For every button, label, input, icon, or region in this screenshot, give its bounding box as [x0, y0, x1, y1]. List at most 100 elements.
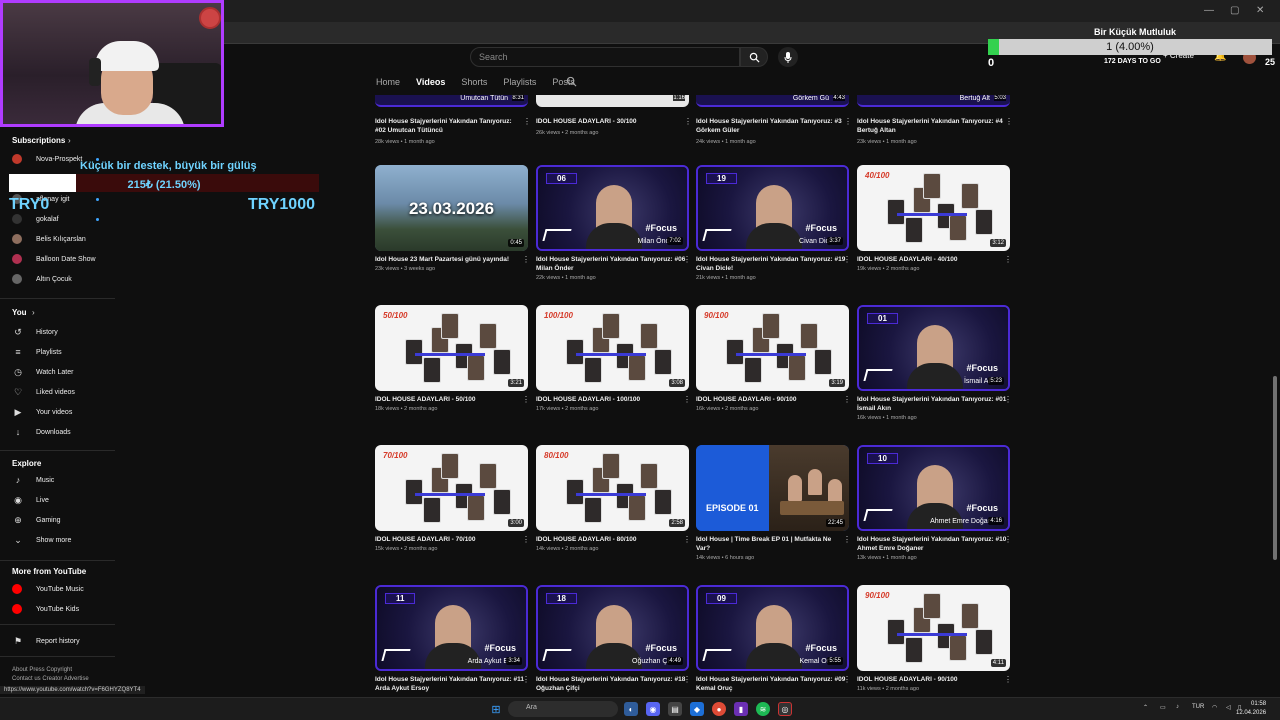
video-title[interactable]: IDOL HOUSE ADAYLARI - 90/100 — [857, 675, 1007, 684]
footer-links[interactable]: Contact us Creator Advertise — [12, 676, 89, 682]
discord-icon[interactable]: ◉ — [646, 702, 660, 716]
video-title[interactable]: IDOL HOUSE ADAYLARI - 100/100 — [536, 395, 686, 404]
sidebar-item[interactable]: ♡ Liked videos — [12, 385, 75, 399]
more-options-icon[interactable]: ⋮ — [522, 255, 530, 264]
more-options-icon[interactable]: ⋮ — [1004, 255, 1012, 264]
volume-icon[interactable]: ◁ — [1226, 704, 1231, 711]
video-card[interactable]: 90/100 3:19 IDOL HOUSE ADAYLARI - 90/100 16… — [696, 305, 851, 412]
more-options-icon[interactable]: ⋮ — [683, 675, 691, 684]
video-thumbnail[interactable]: 06 #Focus Milan Önc 7:02 — [536, 165, 689, 251]
video-thumbnail[interactable]: 40/100 3:12 — [857, 165, 1010, 251]
file-explorer-icon[interactable]: ▤ — [668, 702, 682, 716]
video-title[interactable]: Idol House Stajyerlerini Yakından Tanıyo… — [696, 117, 844, 135]
windows-start-icon[interactable]: ⊞ — [489, 702, 503, 716]
vscode-icon[interactable]: ◆ — [690, 702, 704, 716]
video-thumbnail[interactable]: 19 #Focus Civan Dic 3:37 — [696, 165, 849, 251]
sidebar-item[interactable]: ↓ Downloads — [12, 425, 71, 439]
video-title[interactable]: IDOL HOUSE ADAYLARI - 30/100 — [536, 117, 684, 126]
steam-icon[interactable]: ◐ — [624, 702, 638, 716]
video-card[interactable]: 10 #Focus Ahmet Emre Doğar 4:16 Idol House S… — [857, 445, 1012, 561]
video-thumbnail[interactable]: EPISODE 01 22:45 — [696, 445, 849, 531]
video-card[interactable]: 18 #Focus Oğuzhan Çi 4:49 Idol House Stajyer… — [536, 585, 691, 695]
sidebar-item[interactable]: ◉ Live — [12, 493, 49, 507]
chrome-icon[interactable]: ● — [712, 702, 726, 716]
video-title[interactable]: Idol House Stajyerlerini Yakından Tanıyo… — [857, 535, 1007, 553]
more-options-icon[interactable]: ⋮ — [843, 255, 851, 264]
sidebar-subscription-item[interactable]: Nova-Prospekt — [12, 152, 82, 166]
maximize-icon[interactable]: ▢ — [1230, 5, 1239, 16]
video-title[interactable]: Idol House 23 Mart Pazartesi günü yayınd… — [375, 255, 525, 264]
video-card[interactable]: 09 #Focus Kemal Or 5:55 Idol House Stajyerle… — [696, 585, 851, 695]
more-options-icon[interactable]: ⋮ — [683, 255, 691, 264]
language-indicator[interactable]: TUR — [1192, 704, 1204, 710]
more-options-icon[interactable]: ⋮ — [523, 117, 531, 126]
more-options-icon[interactable]: ⋮ — [1004, 395, 1012, 404]
video-thumbnail[interactable]: 100/100 3:08 — [536, 305, 689, 391]
video-thumbnail[interactable]: 10 #Focus Ahmet Emre Doğar 4:16 — [857, 445, 1010, 531]
tab-playlists[interactable]: Playlists — [503, 77, 536, 87]
wifi-icon[interactable]: ◠ — [1212, 704, 1217, 711]
video-card[interactable]: 70/100 3:00 IDOL HOUSE ADAYLARI - 70/100 15… — [375, 445, 530, 552]
more-options-icon[interactable]: ⋮ — [683, 535, 691, 544]
sidebar-item[interactable]: ≡ Playlists — [12, 345, 61, 359]
taskbar-clock[interactable]: 01:58 12.04.2026 — [1236, 700, 1266, 718]
video-card[interactable]: 50/100 3:21 IDOL HOUSE ADAYLARI - 50/100 18… — [375, 305, 530, 412]
more-options-icon[interactable]: ⋮ — [683, 395, 691, 404]
sidebar-subscription-item[interactable]: Balloon Date Show — [12, 252, 96, 266]
video-title[interactable]: IDOL HOUSE ADAYLARI - 70/100 — [375, 535, 525, 544]
sidebar-subscription-item[interactable]: Belis Kılıçarslan — [12, 232, 86, 246]
video-thumbnail[interactable]: 01 #Focus İsmail Al 5:23 — [857, 305, 1010, 391]
video-title[interactable]: Idol House | Time Break EP 01 | Mutfakta… — [696, 535, 846, 553]
tab-videos[interactable]: Videos — [416, 77, 445, 87]
video-thumbnail[interactable]: 50/100 3:21 — [375, 305, 528, 391]
more-options-icon[interactable]: ⋮ — [1004, 675, 1012, 684]
spotify-icon[interactable]: ≋ — [756, 702, 770, 716]
network-icon[interactable]: ▭ — [1160, 704, 1166, 711]
video-title[interactable]: IDOL HOUSE ADAYLARI - 90/100 — [696, 395, 846, 404]
video-title[interactable]: Idol House Stajyerlerini Yakından Tanıyo… — [536, 675, 686, 693]
video-thumbnail[interactable]: Görkem Gü 4:43 — [696, 95, 849, 107]
video-thumbnail[interactable]: 23.03.2026 0:45 — [375, 165, 528, 251]
more-options-icon[interactable]: ⋮ — [844, 117, 852, 126]
video-card[interactable]: 19 #Focus Civan Dic 3:37 Idol House Stajyerl… — [696, 165, 851, 281]
video-card[interactable]: 40/100 3:12 IDOL HOUSE ADAYLARI - 40/100 19… — [857, 165, 1012, 272]
video-card[interactable]: 11 #Focus Arda Aykut E 3:34 Idol House Stajy… — [375, 585, 530, 695]
video-card[interactable]: 90/100 4:11 IDOL HOUSE ADAYLARI - 90/100 11… — [857, 585, 1012, 692]
subscriptions-heading[interactable]: Subscriptions — [12, 136, 65, 145]
sidebar-item[interactable]: ▶ Your videos — [12, 405, 73, 419]
more-options-icon[interactable]: ⋮ — [843, 395, 851, 404]
sidebar-item[interactable]: ↺ History — [12, 325, 58, 339]
video-title[interactable]: Idol House Stajyerlerini Yakından Tanıyo… — [375, 675, 525, 693]
you-heading[interactable]: You — [12, 308, 27, 317]
video-title[interactable]: Idol House Stajyerlerini Yakından Tanıyo… — [857, 395, 1007, 413]
video-thumbnail[interactable]: 18 #Focus Oğuzhan Çi 4:49 — [536, 585, 689, 671]
tab-home[interactable]: Home — [376, 77, 400, 87]
voice-search-button[interactable] — [778, 47, 798, 67]
search-input[interactable]: Search — [470, 47, 740, 67]
more-options-icon[interactable]: ⋮ — [522, 535, 530, 544]
more-options-icon[interactable]: ⋮ — [843, 675, 851, 684]
video-card[interactable]: 80/100 2:58 IDOL HOUSE ADAYLARI - 80/100 14… — [536, 445, 691, 552]
footer-links[interactable]: About Press Copyright — [12, 667, 72, 673]
sidebar-item[interactable]: YouTube Kids — [12, 602, 79, 616]
video-title[interactable]: IDOL HOUSE ADAYLARI - 50/100 — [375, 395, 525, 404]
sidebar-subscription-item[interactable]: Altın Çocuk — [12, 272, 72, 286]
mic-tray-icon[interactable]: ♪ — [1176, 704, 1179, 710]
channel-search-icon[interactable] — [566, 76, 577, 90]
twitch-icon[interactable]: ▮ — [734, 702, 748, 716]
sidebar-item[interactable]: ◷ Watch Later — [12, 365, 73, 379]
video-thumbnail[interactable]: 70/100 3:00 — [375, 445, 528, 531]
report-history-item[interactable]: ⚑ Report history — [12, 634, 80, 648]
more-options-icon[interactable]: ⋮ — [522, 395, 530, 404]
video-title[interactable]: Idol House Stajyerlerini Yakından Tanıyo… — [696, 675, 846, 693]
video-thumbnail[interactable]: 90/100 4:11 — [857, 585, 1010, 671]
sidebar-subscription-item[interactable]: gokalaf — [12, 212, 59, 226]
video-card[interactable]: EPISODE 01 22:45 Idol House | Time Break E… — [696, 445, 851, 561]
video-card[interactable]: 01 #Focus İsmail Al 5:23 Idol House Stajyerl… — [857, 305, 1012, 421]
video-card[interactable]: 06 #Focus Milan Önc 7:02 Idol House Stajyerl… — [536, 165, 691, 281]
video-title[interactable]: IDOL HOUSE ADAYLARI - 80/100 — [536, 535, 686, 544]
video-card[interactable]: 23.03.2026 0:45 Idol House 23 Mart Pazarte… — [375, 165, 530, 272]
more-options-icon[interactable]: ⋮ — [522, 675, 530, 684]
taskbar-search[interactable]: Ara — [508, 701, 618, 717]
minimize-icon[interactable]: — — [1204, 5, 1214, 16]
